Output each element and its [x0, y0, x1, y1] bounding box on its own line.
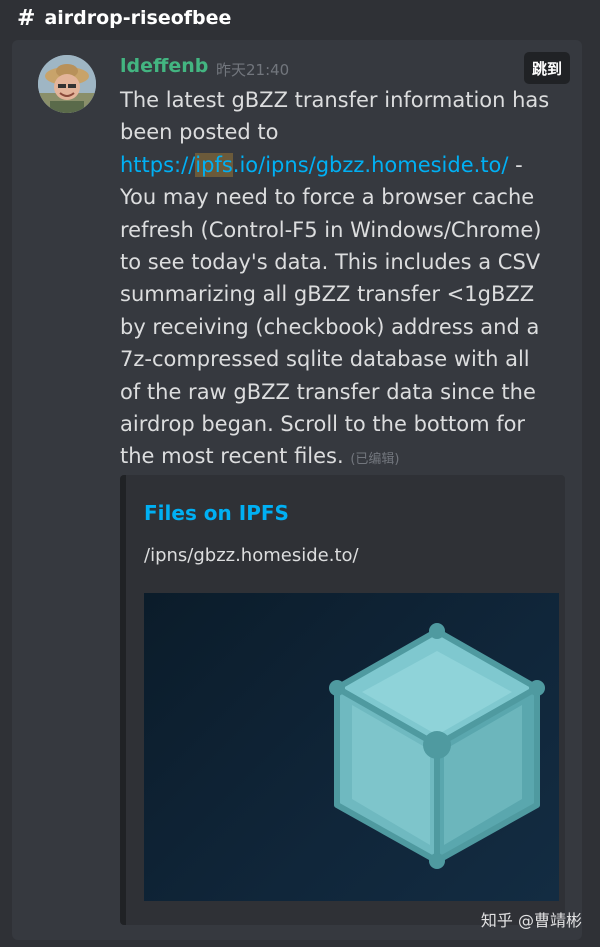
- message-timestamp: 昨天21:40: [216, 61, 290, 79]
- edited-label: (已编辑): [350, 452, 400, 468]
- channel-hash-icon: #: [17, 5, 36, 31]
- ipfs-link[interactable]: https://ipfs.io/ipns/gbzz.homeside.to/: [120, 152, 509, 177]
- ipfs-cube-icon: [329, 623, 545, 869]
- author-name[interactable]: ldeffenb: [120, 55, 208, 77]
- link-suffix: .io/ipns/gbzz.homeside.to/: [232, 152, 509, 177]
- channel-header: # airdrop-riseofbee: [0, 0, 600, 36]
- avatar[interactable]: [38, 55, 96, 113]
- link-prefix: https://: [120, 152, 196, 177]
- link-highlight: ipfs: [195, 152, 233, 177]
- embed-description: /ipns/gbzz.homeside.to/: [144, 545, 359, 566]
- message-text-after: - You may need to force a browser cache …: [120, 152, 542, 469]
- link-embed: Files on IPFS /ipns/gbzz.homeside.to/: [120, 475, 565, 925]
- watermark: 知乎 @曹靖彬: [480, 911, 582, 930]
- message-content: The latest gBZZ transfer information has…: [120, 84, 550, 477]
- message-text-before: The latest gBZZ transfer information has…: [120, 88, 550, 145]
- embed-image[interactable]: [144, 593, 559, 901]
- channel-name[interactable]: airdrop-riseofbee: [44, 7, 231, 29]
- embed-title[interactable]: Files on IPFS: [144, 501, 289, 525]
- jump-button[interactable]: 跳到: [524, 52, 570, 84]
- message: ldeffenb 昨天21:40 跳到 The latest gBZZ tran…: [12, 40, 582, 940]
